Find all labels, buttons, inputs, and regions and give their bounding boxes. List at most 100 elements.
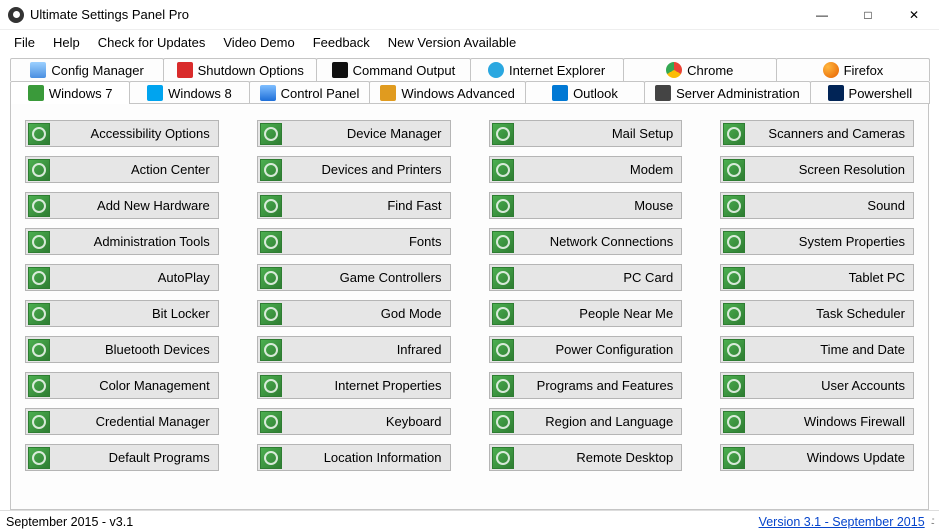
setting-button-accessibility-options[interactable]: Accessibility Options — [25, 120, 219, 147]
green-square-icon — [28, 231, 50, 253]
green-square-icon — [492, 411, 514, 433]
green-square-icon — [723, 195, 745, 217]
setting-button-modem[interactable]: Modem — [489, 156, 683, 183]
menu-file[interactable]: File — [14, 35, 35, 50]
setting-button-tablet-pc[interactable]: Tablet PC — [720, 264, 914, 291]
maximize-button[interactable]: □ — [845, 0, 891, 30]
menu-help[interactable]: Help — [53, 35, 80, 50]
setting-button-administration-tools[interactable]: Administration Tools — [25, 228, 219, 255]
tab-control-panel[interactable]: Control Panel — [249, 81, 371, 104]
green-square-icon — [260, 123, 282, 145]
setting-button-task-scheduler[interactable]: Task Scheduler — [720, 300, 914, 327]
setting-button-label: Location Information — [286, 450, 450, 465]
version-link[interactable]: Version 3.1 - September 2015 — [759, 515, 925, 529]
green-square-icon — [28, 447, 50, 469]
green-square-icon — [492, 375, 514, 397]
green-square-icon — [260, 195, 282, 217]
menu-feedback[interactable]: Feedback — [313, 35, 370, 50]
tab-chrome[interactable]: Chrome — [623, 58, 777, 81]
setting-button-label: System Properties — [749, 234, 913, 249]
setting-button-find-fast[interactable]: Find Fast — [257, 192, 451, 219]
status-text-left: September 2015 - v3.1 — [6, 515, 133, 529]
setting-button-add-new-hardware[interactable]: Add New Hardware — [25, 192, 219, 219]
setting-button-label: Keyboard — [286, 414, 450, 429]
tab-windows-advanced[interactable]: Windows Advanced — [369, 81, 525, 104]
tab-label: Windows Advanced — [401, 86, 514, 101]
setting-button-screen-resolution[interactable]: Screen Resolution — [720, 156, 914, 183]
green-square-icon — [260, 375, 282, 397]
setting-button-default-programs[interactable]: Default Programs — [25, 444, 219, 471]
tab-label: Shutdown Options — [198, 63, 304, 78]
close-button[interactable]: ✕ — [891, 0, 937, 30]
setting-button-mouse[interactable]: Mouse — [489, 192, 683, 219]
setting-button-label: Tablet PC — [749, 270, 913, 285]
tab-shutdown-options[interactable]: Shutdown Options — [163, 58, 317, 81]
setting-button-label: Device Manager — [286, 126, 450, 141]
setting-button-game-controllers[interactable]: Game Controllers — [257, 264, 451, 291]
setting-button-power-configuration[interactable]: Power Configuration — [489, 336, 683, 363]
setting-button-bluetooth-devices[interactable]: Bluetooth Devices — [25, 336, 219, 363]
menu-new-version[interactable]: New Version Available — [388, 35, 516, 50]
setting-button-programs-and-features[interactable]: Programs and Features — [489, 372, 683, 399]
setting-button-windows-update[interactable]: Windows Update — [720, 444, 914, 471]
setting-button-device-manager[interactable]: Device Manager — [257, 120, 451, 147]
tab-firefox[interactable]: Firefox — [776, 58, 930, 81]
setting-button-pc-card[interactable]: PC Card — [489, 264, 683, 291]
setting-button-label: Bit Locker — [54, 306, 218, 321]
setting-button-scanners-and-cameras[interactable]: Scanners and Cameras — [720, 120, 914, 147]
firefox-icon — [823, 62, 839, 78]
server-icon — [655, 85, 671, 101]
setting-button-region-and-language[interactable]: Region and Language — [489, 408, 683, 435]
green-square-icon — [28, 85, 44, 101]
resize-grip[interactable]: .:: — [931, 516, 933, 527]
minimize-button[interactable]: ― — [799, 0, 845, 30]
tab-internet-explorer[interactable]: Internet Explorer — [470, 58, 624, 81]
setting-button-infrared[interactable]: Infrared — [257, 336, 451, 363]
setting-button-system-properties[interactable]: System Properties — [720, 228, 914, 255]
tab-windows-8[interactable]: Windows 8 — [129, 81, 249, 104]
setting-button-devices-and-printers[interactable]: Devices and Printers — [257, 156, 451, 183]
outlook-icon — [552, 85, 568, 101]
green-square-icon — [28, 303, 50, 325]
setting-button-time-and-date[interactable]: Time and Date — [720, 336, 914, 363]
setting-button-label: Windows Firewall — [749, 414, 913, 429]
terminal-icon — [332, 62, 348, 78]
setting-button-label: Infrared — [286, 342, 450, 357]
green-square-icon — [28, 195, 50, 217]
setting-button-label: AutoPlay — [54, 270, 218, 285]
config-icon — [30, 62, 46, 78]
green-square-icon — [492, 447, 514, 469]
green-square-icon — [723, 303, 745, 325]
setting-button-remote-desktop[interactable]: Remote Desktop — [489, 444, 683, 471]
tab-server-administration[interactable]: Server Administration — [644, 81, 811, 104]
setting-button-label: God Mode — [286, 306, 450, 321]
setting-button-action-center[interactable]: Action Center — [25, 156, 219, 183]
setting-button-network-connections[interactable]: Network Connections — [489, 228, 683, 255]
setting-button-god-mode[interactable]: God Mode — [257, 300, 451, 327]
setting-button-location-information[interactable]: Location Information — [257, 444, 451, 471]
setting-button-sound[interactable]: Sound — [720, 192, 914, 219]
setting-button-user-accounts[interactable]: User Accounts — [720, 372, 914, 399]
tab-outlook[interactable]: Outlook — [525, 81, 645, 104]
tab-powershell[interactable]: Powershell — [810, 81, 930, 104]
setting-button-windows-firewall[interactable]: Windows Firewall — [720, 408, 914, 435]
tab-label: Windows 7 — [49, 86, 113, 101]
setting-button-credential-manager[interactable]: Credential Manager — [25, 408, 219, 435]
setting-button-label: Windows Update — [749, 450, 913, 465]
setting-button-keyboard[interactable]: Keyboard — [257, 408, 451, 435]
menu-check-updates[interactable]: Check for Updates — [98, 35, 206, 50]
setting-button-color-management[interactable]: Color Management — [25, 372, 219, 399]
setting-button-label: PC Card — [518, 270, 682, 285]
menu-video-demo[interactable]: Video Demo — [223, 35, 294, 50]
tab-config-manager[interactable]: Config Manager — [10, 58, 164, 81]
setting-button-mail-setup[interactable]: Mail Setup — [489, 120, 683, 147]
setting-button-people-near-me[interactable]: People Near Me — [489, 300, 683, 327]
setting-button-internet-properties[interactable]: Internet Properties — [257, 372, 451, 399]
green-square-icon — [260, 303, 282, 325]
setting-button-bit-locker[interactable]: Bit Locker — [25, 300, 219, 327]
setting-button-label: User Accounts — [749, 378, 913, 393]
tab-command-output[interactable]: Command Output — [316, 58, 470, 81]
tab-windows-7[interactable]: Windows 7 — [10, 81, 130, 104]
setting-button-fonts[interactable]: Fonts — [257, 228, 451, 255]
setting-button-autoplay[interactable]: AutoPlay — [25, 264, 219, 291]
